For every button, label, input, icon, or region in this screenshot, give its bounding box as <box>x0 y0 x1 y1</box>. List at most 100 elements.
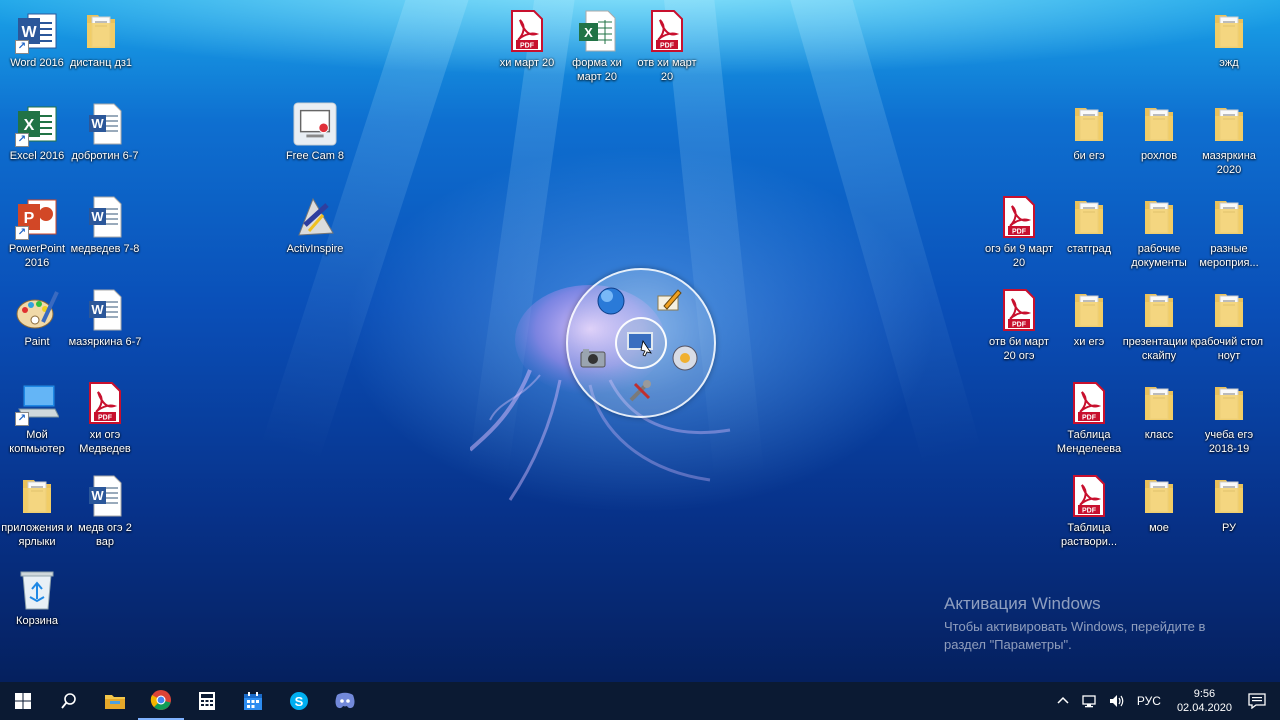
desktop-icon-freecam[interactable]: Free Cam 8 <box>278 101 352 163</box>
globe-icon[interactable] <box>596 286 626 316</box>
svg-text:PDF: PDF <box>660 43 675 50</box>
desktop-icon-excel-file[interactable]: Xформа хи март 20 <box>560 8 634 84</box>
calculator-icon[interactable] <box>184 682 230 720</box>
desktop-icon-pdf[interactable]: PDF Таблица Менделеева <box>1052 380 1126 456</box>
discord-icon[interactable] <box>322 682 368 720</box>
clock[interactable]: 9:56 02.04.2020 <box>1177 687 1232 715</box>
desktop-icon-powerpoint-app[interactable]: P ↗ PowerPoint 2016 <box>0 194 74 270</box>
desktop-icon-folder[interactable]: хи егэ <box>1052 287 1126 349</box>
pdf-icon: PDF <box>997 287 1041 333</box>
desktop-icon-word-file[interactable]: Wмазяркина 6-7 <box>68 287 142 349</box>
desktop-icon-label: форма хи март 20 <box>572 57 622 83</box>
volume-icon[interactable] <box>1109 694 1125 708</box>
desktop-icon-label: Paint <box>24 336 50 348</box>
desktop-icon-label: би егэ <box>1073 150 1105 162</box>
desktop-icon-folder[interactable]: би егэ <box>1052 101 1126 163</box>
desktop-icon-word-file[interactable]: Wмедведев 7-8 <box>68 194 142 256</box>
desktop-icon-label: мое <box>1149 522 1169 534</box>
desktop-icon-label: Excel 2016 <box>9 150 65 162</box>
clock-date: 02.04.2020 <box>1176 702 1232 714</box>
desktop-icon-folder[interactable]: класс <box>1122 380 1196 442</box>
chrome-icon[interactable] <box>138 682 184 720</box>
activation-line1: Чтобы активировать Windows, перейдите в <box>944 619 1206 634</box>
desktop-icon-label: хи март 20 <box>499 57 555 69</box>
desktop-icon-paint[interactable]: Paint <box>0 287 74 349</box>
desktop-icon-label: приложения и ярлыки <box>1 522 73 548</box>
search-icon[interactable] <box>46 682 92 720</box>
language-indicator[interactable]: РУС <box>1137 694 1161 708</box>
desktop-icon-folder[interactable]: разные мероприя... <box>1192 194 1266 270</box>
network-icon[interactable] <box>1081 694 1097 708</box>
desktop-icon-folder[interactable]: мазяркина 2020 <box>1192 101 1266 177</box>
folder-icon <box>1207 380 1251 426</box>
word-file-icon: W <box>83 194 127 240</box>
chevron-up-icon[interactable] <box>1057 695 1069 707</box>
desktop-icon-pdf[interactable]: PDF хи март 20 <box>490 8 564 70</box>
folder-icon <box>1137 101 1181 147</box>
svg-text:PDF: PDF <box>1012 229 1027 236</box>
folder-icon <box>1137 380 1181 426</box>
pen-icon[interactable] <box>654 286 684 316</box>
desktop-icon-folder[interactable]: эжд <box>1192 8 1266 70</box>
skype-icon[interactable]: S <box>276 682 322 720</box>
desktop-icon-label: мазяркина 6-7 <box>68 336 142 348</box>
desktop-icon-label: хи егэ <box>1073 336 1105 348</box>
file-explorer-icon[interactable] <box>92 682 138 720</box>
desktop-icon-folder[interactable]: приложения и ярлыки <box>0 473 74 549</box>
desktop-icon-folder[interactable]: рабочие документы <box>1122 194 1196 270</box>
desktop-icon-word-app[interactable]: W ↗ Word 2016 <box>0 8 74 70</box>
pdf-icon: PDF <box>83 380 127 426</box>
word-file-icon: W <box>83 287 127 333</box>
desktop-icon-folder[interactable]: учеба егэ 2018-19 <box>1192 380 1266 456</box>
desktop-icon-folder[interactable]: презентации к скайпу <box>1122 287 1196 363</box>
folder-icon <box>1207 194 1251 240</box>
disc-icon[interactable] <box>670 343 700 373</box>
desktop-icon-pdf[interactable]: PDF хи огэ Медведев <box>68 380 142 456</box>
windows-start-icon[interactable] <box>0 682 46 720</box>
desktop-icon-label: статград <box>1067 243 1111 255</box>
desktop-icon-activinspire[interactable]: ActivInspire <box>278 194 352 256</box>
folder-icon <box>79 8 123 54</box>
calendar-icon[interactable] <box>230 682 276 720</box>
desktop-icon-pdf[interactable]: PDF огэ би 9 март 20 <box>982 194 1056 270</box>
desktop-icon-excel-app[interactable]: X ↗ Excel 2016 <box>0 101 74 163</box>
desktop-icon-pdf[interactable]: PDF отв хи март 20 <box>630 8 704 84</box>
svg-text:S: S <box>295 694 304 709</box>
folder-icon <box>1207 287 1251 333</box>
desktop-icon-word-file[interactable]: Wмедв огэ 2 вар <box>68 473 142 549</box>
desktop[interactable]: W ↗ Word 2016 дистанц дз1 PDF хи март 20 Xформ… <box>0 0 1280 682</box>
pdf-icon: PDF <box>997 194 1041 240</box>
computer-icon: ↗ <box>15 380 59 426</box>
folder-icon <box>1207 101 1251 147</box>
shortcut-arrow-icon: ↗ <box>15 133 29 147</box>
desktop-icon-word-file[interactable]: Wдобротин 6-7 <box>68 101 142 163</box>
svg-text:W: W <box>91 209 104 224</box>
shortcut-arrow-icon: ↗ <box>15 40 29 54</box>
desktop-icon-label: учеба егэ 2018-19 <box>1204 429 1254 455</box>
desktop-icon-folder[interactable]: рохлов <box>1122 101 1196 163</box>
desktop-icon-pdf[interactable]: PDF Таблица раствори... <box>1052 473 1126 549</box>
shortcut-arrow-icon: ↗ <box>15 226 29 240</box>
desktop-icon-folder[interactable]: дистанц дз1 <box>64 8 138 70</box>
desktop-icon-label: разные мероприя... <box>1199 243 1259 269</box>
clock-time: 9:56 <box>1193 688 1216 700</box>
desktop-icon-folder[interactable]: мое <box>1122 473 1196 535</box>
desktop-icon-label: медведев 7-8 <box>70 243 140 255</box>
desktop-icon-pdf[interactable]: PDF отв би март 20 огэ <box>982 287 1056 363</box>
desktop-icon-label: рабочие документы <box>1131 243 1187 269</box>
desktop-icon-computer[interactable]: ↗ Мой копмьютер <box>0 380 74 456</box>
svg-text:PDF: PDF <box>98 415 113 422</box>
desktop-icon-label: PowerPoint 2016 <box>8 243 66 269</box>
camera-icon[interactable] <box>578 343 608 373</box>
screen-capture-icon[interactable] <box>615 317 667 369</box>
desktop-icon-label: эжд <box>1219 57 1239 69</box>
desktop-icon-folder[interactable]: РУ <box>1192 473 1266 535</box>
radial-tool-menu[interactable] <box>566 268 716 418</box>
desktop-icon-folder[interactable]: рабочий стол ноут <box>1192 287 1266 363</box>
desktop-icon-folder[interactable]: статград <box>1052 194 1126 256</box>
word-file-icon: W <box>83 473 127 519</box>
tools-icon[interactable] <box>625 376 655 406</box>
svg-text:PDF: PDF <box>520 43 535 50</box>
notifications-icon[interactable] <box>1248 693 1266 709</box>
desktop-icon-recycle-bin[interactable]: Корзина <box>0 566 74 628</box>
